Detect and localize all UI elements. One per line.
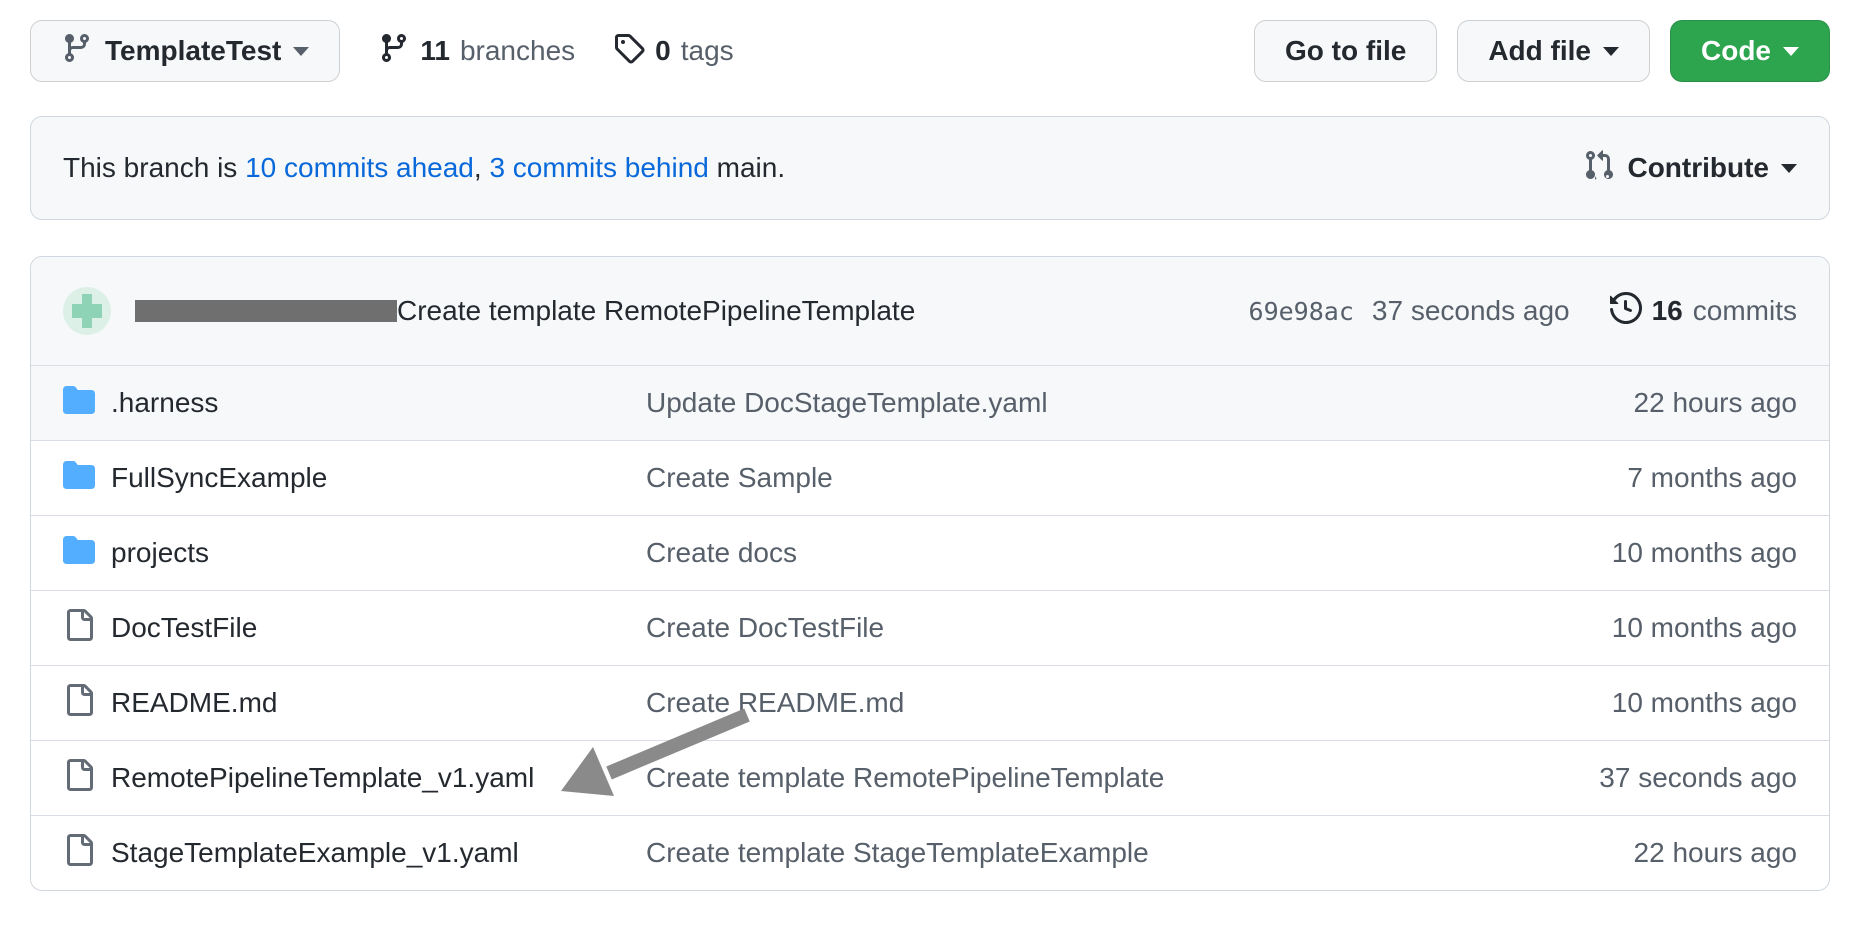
row-icon-cell bbox=[63, 609, 95, 648]
git-branch-icon bbox=[378, 32, 410, 71]
commits-ahead-link[interactable]: 10 commits ahead bbox=[245, 152, 474, 183]
table-row: RemotePipelineTemplate_v1.yaml Create te… bbox=[31, 740, 1829, 815]
branch-selector-button[interactable]: TemplateTest bbox=[30, 20, 340, 82]
row-icon-cell bbox=[63, 759, 95, 798]
add-file-button[interactable]: Add file bbox=[1457, 20, 1650, 82]
row-icon-cell bbox=[63, 834, 95, 873]
chevron-down-icon bbox=[1783, 47, 1799, 64]
tag-icon bbox=[613, 32, 645, 71]
file-name-link[interactable]: StageTemplateExample_v1.yaml bbox=[111, 837, 646, 869]
table-row: README.md Create README.md 10 months ago bbox=[31, 665, 1829, 740]
table-row: StageTemplateExample_v1.yaml Create temp… bbox=[31, 815, 1829, 890]
commit-message-link[interactable]: Create template StageTemplateExample bbox=[646, 837, 1567, 869]
commit-time: 22 hours ago bbox=[1567, 387, 1797, 419]
commit-message-link[interactable]: Create docs bbox=[646, 537, 1567, 569]
commit-message-link[interactable]: Create README.md bbox=[646, 687, 1567, 719]
git-compare-icon bbox=[1583, 149, 1615, 188]
chevron-down-icon bbox=[1603, 47, 1619, 64]
commits-count: 16 bbox=[1652, 295, 1683, 327]
commit-time: 10 months ago bbox=[1567, 612, 1797, 644]
chevron-down-icon bbox=[1781, 164, 1797, 181]
tags-link[interactable]: 0 tags bbox=[613, 32, 734, 71]
toolbar-right: Go to file Add file Code bbox=[1254, 20, 1830, 82]
commit-meta: 69e98ac 37 seconds ago 16 commits bbox=[1249, 292, 1797, 331]
code-label: Code bbox=[1701, 35, 1771, 67]
commit-message-link[interactable]: Create template RemotePipelineTemplate bbox=[646, 762, 1567, 794]
row-icon-cell bbox=[63, 459, 95, 498]
file-name-link[interactable]: DocTestFile bbox=[111, 612, 646, 644]
commit-time: 10 months ago bbox=[1567, 537, 1797, 569]
row-icon-cell bbox=[63, 384, 95, 423]
commit-time: 7 months ago bbox=[1567, 462, 1797, 494]
commit-time: 37 seconds ago bbox=[1567, 762, 1797, 794]
commit-history-link[interactable]: 16 commits bbox=[1610, 292, 1797, 331]
add-file-label: Add file bbox=[1488, 35, 1591, 67]
row-icon-cell bbox=[63, 684, 95, 723]
folder-icon bbox=[63, 534, 95, 573]
commits-behind-link[interactable]: 3 commits behind bbox=[489, 152, 708, 183]
table-row: .harness Update DocStageTemplate.yaml 22… bbox=[31, 365, 1829, 440]
file-name-link[interactable]: FullSyncExample bbox=[111, 462, 646, 494]
contribute-button[interactable]: Contribute bbox=[1583, 149, 1797, 188]
file-icon bbox=[63, 834, 95, 873]
commits-label: commits bbox=[1693, 295, 1797, 327]
file-name-link[interactable]: .harness bbox=[111, 387, 646, 419]
repo-content: TemplateTest 11 branches 0 tags Go to bbox=[30, 20, 1830, 891]
file-table-body: .harness Update DocStageTemplate.yaml 22… bbox=[31, 365, 1829, 890]
latest-commit-header: Create template RemotePipelineTemplate 6… bbox=[31, 257, 1829, 365]
code-button[interactable]: Code bbox=[1670, 20, 1830, 82]
commit-time: 37 seconds ago bbox=[1372, 295, 1570, 327]
folder-icon bbox=[63, 384, 95, 423]
git-branch-icon bbox=[61, 32, 93, 71]
commit-hash-link[interactable]: 69e98ac bbox=[1249, 297, 1354, 326]
commit-message-link[interactable]: Update DocStageTemplate.yaml bbox=[646, 387, 1567, 419]
table-row: FullSyncExample Create Sample 7 months a… bbox=[31, 440, 1829, 515]
contribute-label: Contribute bbox=[1627, 152, 1769, 184]
file-name-link[interactable]: RemotePipelineTemplate_v1.yaml bbox=[111, 762, 646, 794]
file-name-link[interactable]: projects bbox=[111, 537, 646, 569]
file-icon bbox=[63, 609, 95, 648]
commit-time: 22 hours ago bbox=[1567, 837, 1797, 869]
row-icon-cell bbox=[63, 534, 95, 573]
chevron-down-icon bbox=[293, 47, 309, 64]
file-name-link[interactable]: README.md bbox=[111, 687, 646, 719]
commit-message-link[interactable]: Create Sample bbox=[646, 462, 1567, 494]
tags-label: tags bbox=[681, 35, 734, 67]
branches-count: 11 bbox=[420, 35, 450, 67]
file-icon bbox=[63, 684, 95, 723]
commit-message-link[interactable]: Create DocTestFile bbox=[646, 612, 1567, 644]
current-branch-label: TemplateTest bbox=[105, 35, 281, 67]
history-icon bbox=[1610, 292, 1642, 331]
go-to-file-label: Go to file bbox=[1285, 35, 1406, 67]
table-row: DocTestFile Create DocTestFile 10 months… bbox=[31, 590, 1829, 665]
commit-time: 10 months ago bbox=[1567, 687, 1797, 719]
file-icon bbox=[63, 759, 95, 798]
branch-status-text: This branch is 10 commits ahead, 3 commi… bbox=[63, 152, 785, 184]
commit-message-link[interactable]: Create template RemotePipelineTemplate bbox=[397, 295, 915, 327]
branch-status-banner: This branch is 10 commits ahead, 3 commi… bbox=[30, 116, 1830, 220]
toolbar-left: TemplateTest 11 branches 0 tags bbox=[30, 20, 734, 82]
repo-toolbar: TemplateTest 11 branches 0 tags Go to bbox=[30, 20, 1830, 82]
go-to-file-button[interactable]: Go to file bbox=[1254, 20, 1437, 82]
folder-icon bbox=[63, 459, 95, 498]
avatar[interactable] bbox=[63, 287, 111, 335]
commit-author-redacted[interactable] bbox=[135, 300, 397, 322]
table-row: projects Create docs 10 months ago bbox=[31, 515, 1829, 590]
tags-count: 0 bbox=[655, 35, 671, 67]
branches-link[interactable]: 11 branches bbox=[378, 32, 575, 71]
file-table: Create template RemotePipelineTemplate 6… bbox=[30, 256, 1830, 891]
branches-label: branches bbox=[460, 35, 575, 67]
